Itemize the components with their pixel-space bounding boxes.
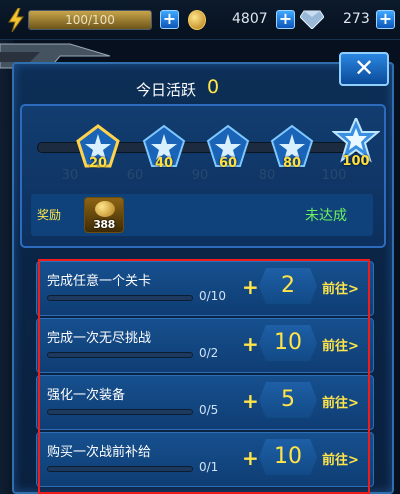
gem-count: 273 — [343, 11, 370, 27]
task-points: 5 — [259, 382, 317, 418]
milestone-label: 100 — [342, 154, 370, 169]
task-progress-bar — [47, 409, 193, 415]
add-energy-button[interactable]: + — [160, 10, 179, 29]
points-plus: + — [242, 389, 259, 413]
milestone-label: 40 — [154, 156, 174, 171]
task-progress: 0/1 — [199, 460, 219, 474]
milestone-label: 80 — [282, 156, 302, 171]
task-progress-bar — [47, 352, 193, 358]
task-points: 10 — [259, 325, 317, 361]
add-gems-button[interactable]: + — [376, 10, 395, 29]
panel-title: 今日活跃 — [136, 81, 197, 99]
milestone-label: 20 — [88, 156, 108, 171]
milestone-label: 60 — [218, 156, 238, 171]
task-points: 10 — [259, 439, 317, 475]
task-row: 强化一次装备 0/5 + 5 前往> — [36, 375, 374, 430]
lightning-icon — [8, 8, 24, 32]
coin-icon — [95, 201, 115, 217]
go-button[interactable]: 前往> — [322, 392, 359, 411]
energy-bar: 100/100 — [28, 10, 152, 30]
points-plus: + — [242, 446, 259, 470]
energy-value: 100/100 — [65, 13, 115, 27]
task-name: 完成任意一个关卡 — [47, 274, 152, 289]
close-button[interactable]: ✕ — [339, 52, 389, 86]
task-row: 完成一次无尽挑战 0/2 + 10 前往> — [36, 318, 374, 373]
task-progress: 0/10 — [199, 289, 226, 303]
reward-label: 奖励 — [37, 208, 62, 222]
gem-icon — [300, 10, 324, 29]
points-plus: + — [242, 332, 259, 356]
task-name: 完成一次无尽挑战 — [47, 331, 152, 346]
go-button[interactable]: 前往> — [322, 278, 359, 297]
task-name: 购买一次战前补给 — [47, 445, 152, 460]
add-coins-button[interactable]: + — [276, 10, 295, 29]
coin-count: 4807 — [232, 11, 268, 27]
task-name: 强化一次装备 — [47, 388, 126, 403]
task-points: 2 — [259, 268, 317, 304]
coin-reward-icon[interactable]: 388 — [84, 197, 124, 233]
go-button[interactable]: 前往> — [322, 335, 359, 354]
resource-bar: 100/100 + 4807 + 273 + — [0, 0, 400, 40]
task-progress-bar — [47, 295, 193, 301]
reward-status: 未达成 — [305, 208, 347, 224]
task-row: 完成任意一个关卡 0/10 + 2 前往> — [36, 261, 374, 316]
coin-icon — [188, 10, 206, 30]
task-progress: 0/2 — [199, 346, 219, 360]
scale-mark: 100 — [321, 168, 347, 183]
reward-amount: 388 — [93, 218, 115, 231]
task-progress-bar — [47, 466, 193, 472]
go-button[interactable]: 前往> — [322, 449, 359, 468]
points-plus: + — [242, 275, 259, 299]
task-row: 购买一次战前补给 0/1 + 10 前往> — [36, 432, 374, 487]
activity-value: 0 — [207, 76, 220, 98]
task-progress: 0/5 — [199, 403, 219, 417]
